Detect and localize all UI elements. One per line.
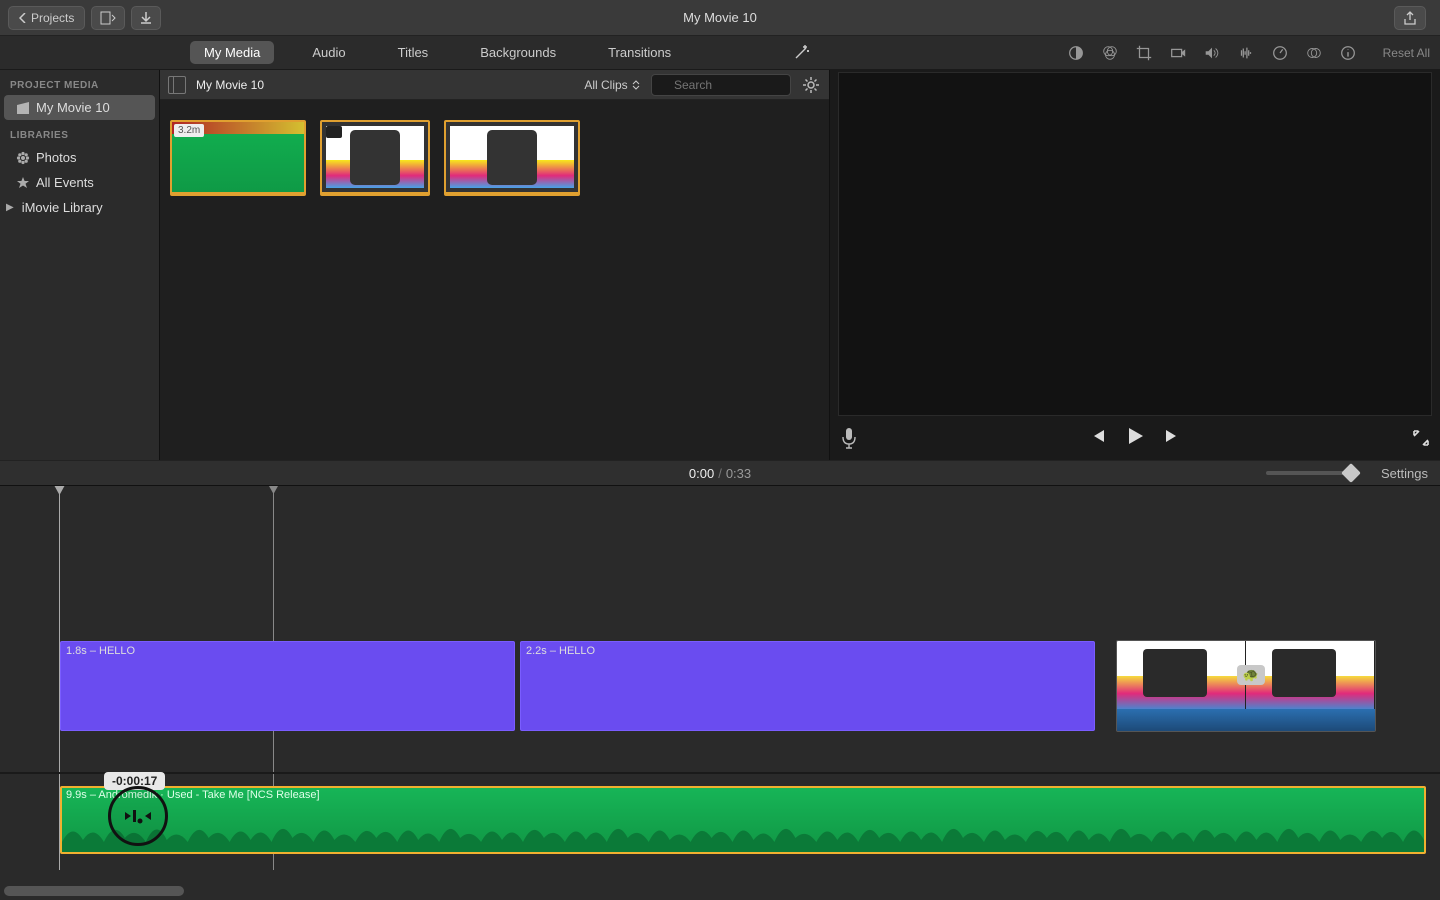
- noise-reduction-icon[interactable]: [1237, 44, 1255, 62]
- info-icon[interactable]: [1339, 44, 1357, 62]
- clip-duration-badge: 3.2m: [174, 124, 204, 137]
- reset-all-button[interactable]: Reset All: [1383, 46, 1430, 60]
- sidebar-project-label: My Movie 10: [36, 100, 110, 115]
- fullscreen-icon[interactable]: [1412, 429, 1430, 447]
- voiceover-mic-icon[interactable]: [840, 427, 858, 449]
- sidebar-item-imovie-library[interactable]: ▶ iMovie Library: [0, 195, 159, 220]
- browser-settings-gear[interactable]: [801, 75, 821, 95]
- import-button[interactable]: [131, 6, 161, 30]
- speed-icon[interactable]: [1271, 44, 1289, 62]
- clip-thumb-3[interactable]: [444, 120, 580, 196]
- ipad-thumb-body: [450, 126, 574, 188]
- projects-back-button[interactable]: Projects: [8, 6, 85, 30]
- enhance-wand-icon[interactable]: [792, 42, 812, 62]
- clip-thumbnails: 3.2m: [160, 100, 829, 216]
- event-import-button[interactable]: [91, 6, 125, 30]
- viewer-controls: [830, 416, 1440, 460]
- color-correction-icon[interactable]: [1101, 44, 1119, 62]
- skip-back-button[interactable]: [1090, 428, 1106, 449]
- tab-titles[interactable]: Titles: [384, 41, 443, 64]
- sidebar-item-photos[interactable]: Photos: [0, 145, 159, 170]
- sidebar-photos-label: Photos: [36, 150, 76, 165]
- media-browser: My Movie 10 All Clips 3.2m: [160, 70, 830, 460]
- total-time: 0:33: [726, 466, 751, 481]
- trim-handle-icon: [123, 807, 153, 825]
- title-clip-2[interactable]: 2.2s – HELLO: [520, 641, 1095, 731]
- title-clip-2-label: 2.2s – HELLO: [521, 642, 1094, 660]
- play-button[interactable]: [1124, 425, 1146, 452]
- projects-back-label: Projects: [31, 11, 74, 25]
- window-title: My Movie 10: [683, 10, 757, 25]
- filter-icon[interactable]: [1305, 44, 1323, 62]
- upper-panels: PROJECT MEDIA My Movie 10 LIBRARIES Phot…: [0, 70, 1440, 460]
- clip-thumb-2[interactable]: [320, 120, 430, 196]
- browser-title: My Movie 10: [196, 78, 264, 92]
- timeline[interactable]: 1.8s – HELLO 2.2s – HELLO 🐢 9.9s – Andro…: [0, 486, 1440, 900]
- disclosure-triangle-icon[interactable]: ▶: [6, 202, 14, 213]
- libraries-heading: LIBRARIES: [0, 120, 159, 145]
- sidebar-item-all-events[interactable]: All Events: [0, 170, 159, 195]
- film-arrow-icon: [100, 11, 116, 25]
- browser-layout-toggle[interactable]: [168, 76, 186, 94]
- titlebar: Projects My Movie 10: [0, 0, 1440, 36]
- time-display-bar: 0:00 / 0:33 Settings: [0, 460, 1440, 486]
- title-clip-1-label: 1.8s – HELLO: [61, 642, 514, 660]
- viewer-canvas[interactable]: [838, 72, 1432, 416]
- audio-waveform: [62, 812, 1424, 852]
- crop-icon[interactable]: [1135, 44, 1153, 62]
- clapperboard-icon: [16, 101, 30, 115]
- tab-my-media[interactable]: My Media: [190, 41, 274, 64]
- updown-arrows-icon: [631, 80, 641, 90]
- slow-speed-badge: 🐢: [1237, 665, 1265, 685]
- inspector-icons: Reset All: [1067, 36, 1430, 70]
- track-divider: [0, 772, 1440, 774]
- search-wrap: [651, 74, 791, 96]
- stabilization-icon[interactable]: [1169, 44, 1187, 62]
- video-clip[interactable]: 🐢: [1116, 640, 1376, 732]
- download-arrow-icon: [140, 11, 152, 25]
- photos-flower-icon: [16, 151, 30, 165]
- share-icon: [1403, 11, 1417, 25]
- clip-thumb-1[interactable]: 3.2m: [170, 120, 306, 196]
- current-time: 0:00: [689, 466, 714, 481]
- trim-cursor[interactable]: [108, 786, 168, 846]
- sidebar-item-project[interactable]: My Movie 10: [4, 95, 155, 120]
- clips-filter-dropdown[interactable]: All Clips: [584, 78, 641, 92]
- skip-forward-button[interactable]: [1164, 428, 1180, 449]
- clips-filter-label: All Clips: [584, 78, 627, 92]
- title-clip-1[interactable]: 1.8s – HELLO: [60, 641, 515, 731]
- color-balance-icon[interactable]: [1067, 44, 1085, 62]
- timeline-settings-button[interactable]: Settings: [1381, 466, 1428, 481]
- tab-audio[interactable]: Audio: [298, 41, 359, 64]
- project-media-heading: PROJECT MEDIA: [0, 70, 159, 95]
- timeline-scrollbar[interactable]: [4, 886, 184, 896]
- volume-icon[interactable]: [1203, 44, 1221, 62]
- share-button[interactable]: [1394, 6, 1426, 30]
- sidebar-all-events-label: All Events: [36, 175, 94, 190]
- chevron-left-icon: [19, 13, 27, 23]
- media-tabs: My Media Audio Titles Backgrounds Transi…: [0, 36, 1440, 70]
- sidebar-imovie-library-label: iMovie Library: [22, 200, 103, 215]
- tab-transitions[interactable]: Transitions: [594, 41, 685, 64]
- star-icon: [16, 176, 30, 190]
- video-frame: [1246, 641, 1375, 711]
- search-input[interactable]: [651, 74, 791, 96]
- camera-icon: [326, 126, 342, 138]
- video-frame: [1117, 641, 1246, 711]
- browser-toolbar: My Movie 10 All Clips: [160, 70, 829, 100]
- video-clip-audio-wave: [1117, 709, 1375, 731]
- sidebar: PROJECT MEDIA My Movie 10 LIBRARIES Phot…: [0, 70, 160, 460]
- timeline-zoom-slider[interactable]: [1266, 471, 1356, 475]
- viewer-panel: [830, 70, 1440, 460]
- audio-clip[interactable]: 9.9s – Andromedik · Used - Take Me [NCS …: [60, 786, 1426, 854]
- audio-clip-label: 9.9s – Andromedik · Used - Take Me [NCS …: [64, 789, 322, 801]
- tab-backgrounds[interactable]: Backgrounds: [466, 41, 570, 64]
- time-separator: /: [718, 466, 722, 481]
